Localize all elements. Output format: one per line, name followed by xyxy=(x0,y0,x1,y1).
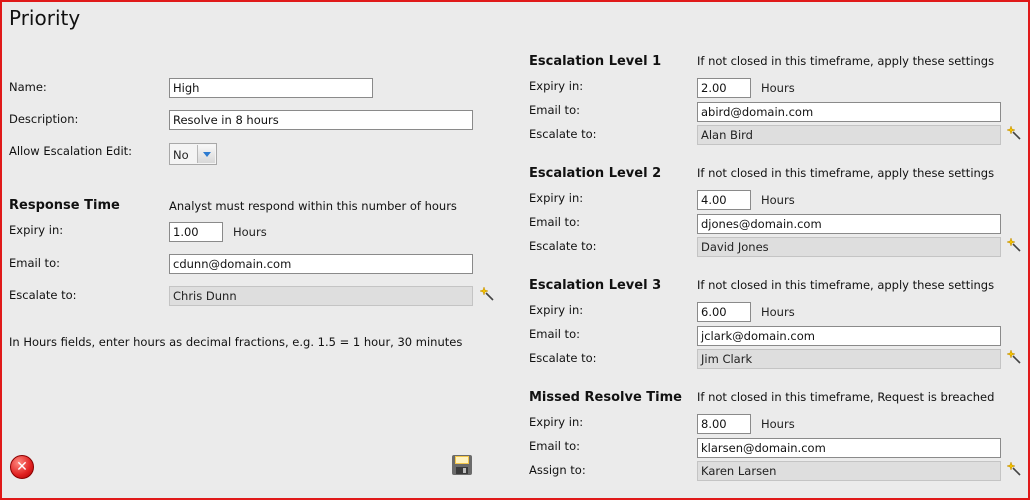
level-expiry-label: Expiry in: xyxy=(529,79,584,93)
level-expiry-input[interactable]: 4.00 xyxy=(697,190,751,210)
allow-escalation-label: Allow Escalation Edit: xyxy=(9,144,133,158)
level-expiry-input[interactable]: 2.00 xyxy=(697,78,751,98)
level-heading: Escalation Level 1 xyxy=(529,54,662,69)
page-title: Priority xyxy=(9,6,81,30)
magic-wand-icon[interactable] xyxy=(1006,124,1022,140)
level-expiry-units: Hours xyxy=(761,81,795,95)
level-email-input[interactable]: djones@domain.com xyxy=(697,214,1001,234)
hours-hint: In Hours fields, enter hours as decimal … xyxy=(9,335,463,349)
level-email-input[interactable]: jclark@domain.com xyxy=(697,326,1001,346)
response-email-input[interactable]: cdunn@domain.com xyxy=(169,254,473,274)
description-label: Description: xyxy=(9,112,79,126)
magic-wand-icon[interactable] xyxy=(1006,348,1022,364)
response-expiry-label: Expiry in: xyxy=(9,223,64,237)
name-label: Name: xyxy=(9,80,47,94)
response-time-note: Analyst must respond within this number … xyxy=(169,199,457,213)
level-escalate-label: Assign to: xyxy=(529,463,586,477)
response-expiry-units: Hours xyxy=(233,225,267,239)
level-escalate-field: Jim Clark xyxy=(697,349,1001,369)
level-escalate-label: Escalate to: xyxy=(529,127,597,141)
magic-wand-icon[interactable] xyxy=(1006,460,1022,476)
level-expiry-input[interactable]: 8.00 xyxy=(697,414,751,434)
response-expiry-input[interactable]: 1.00 xyxy=(169,222,223,242)
level-expiry-label: Expiry in: xyxy=(529,191,584,205)
level-note: If not closed in this timeframe, Request… xyxy=(697,390,995,404)
level-note: If not closed in this timeframe, apply t… xyxy=(697,54,995,68)
level-email-input[interactable]: abird@domain.com xyxy=(697,102,1001,122)
level-note: If not closed in this timeframe, apply t… xyxy=(697,166,995,180)
level-email-label: Email to: xyxy=(529,327,580,341)
name-input[interactable]: High xyxy=(169,78,373,98)
level-expiry-label: Expiry in: xyxy=(529,415,584,429)
response-escalate-field: Chris Dunn xyxy=(169,286,473,306)
level-escalate-field: Karen Larsen xyxy=(697,461,1001,481)
magic-wand-icon[interactable] xyxy=(1006,236,1022,252)
close-icon[interactable]: ✕ xyxy=(10,455,34,479)
level-email-label: Email to: xyxy=(529,439,580,453)
chevron-down-icon[interactable] xyxy=(197,145,215,163)
level-email-label: Email to: xyxy=(529,215,580,229)
save-icon[interactable] xyxy=(451,454,473,476)
response-email-label: Email to: xyxy=(9,256,60,270)
level-email-label: Email to: xyxy=(529,103,580,117)
level-escalate-field: Alan Bird xyxy=(697,125,1001,145)
level-escalate-field: David Jones xyxy=(697,237,1001,257)
level-expiry-label: Expiry in: xyxy=(529,303,584,317)
response-time-heading: Response Time xyxy=(9,198,120,213)
level-escalate-label: Escalate to: xyxy=(529,351,597,365)
level-email-input[interactable]: klarsen@domain.com xyxy=(697,438,1001,458)
level-expiry-input[interactable]: 6.00 xyxy=(697,302,751,322)
allow-escalation-value: No xyxy=(173,148,189,162)
description-input[interactable]: Resolve in 8 hours xyxy=(169,110,473,130)
allow-escalation-select[interactable]: No xyxy=(169,143,217,165)
level-heading: Escalation Level 2 xyxy=(529,166,662,181)
level-heading: Escalation Level 3 xyxy=(529,278,662,293)
magic-wand-icon[interactable] xyxy=(479,285,495,301)
response-escalate-label: Escalate to: xyxy=(9,288,77,302)
level-expiry-units: Hours xyxy=(761,417,795,431)
level-expiry-units: Hours xyxy=(761,193,795,207)
level-heading: Missed Resolve Time xyxy=(529,390,682,405)
level-escalate-label: Escalate to: xyxy=(529,239,597,253)
level-expiry-units: Hours xyxy=(761,305,795,319)
close-glyph: ✕ xyxy=(16,459,28,475)
level-note: If not closed in this timeframe, apply t… xyxy=(697,278,995,292)
